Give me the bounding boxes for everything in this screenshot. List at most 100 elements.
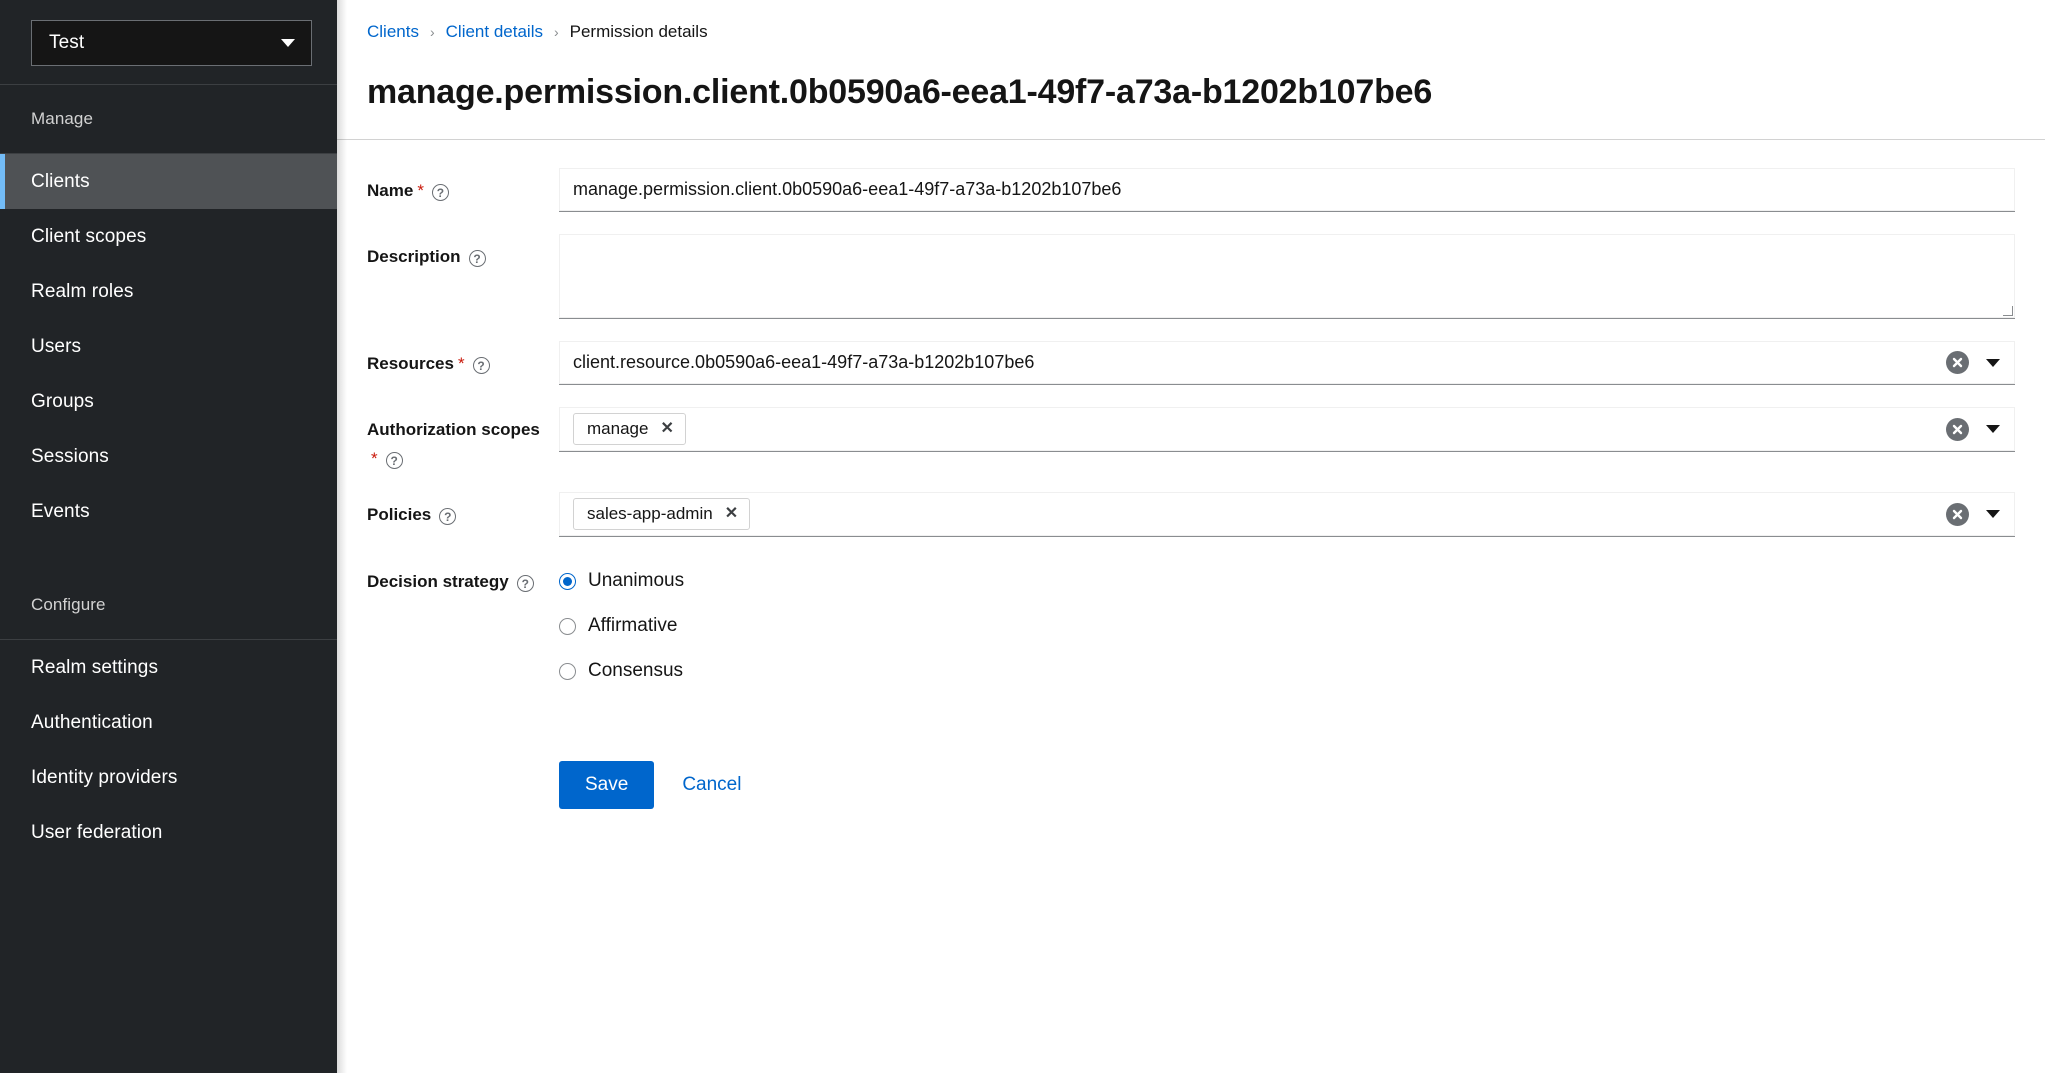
radio-label: Unanimous <box>588 569 684 593</box>
breadcrumb-separator-icon: › <box>430 24 435 40</box>
sidebar-item-events[interactable]: Events <box>0 484 337 539</box>
label-policies: Policies? <box>367 492 559 526</box>
breadcrumb-item-clients[interactable]: Clients <box>367 22 419 42</box>
sidebar-item-sessions[interactable]: Sessions <box>0 429 337 484</box>
sidebar-section-manage-title: Manage <box>0 85 337 153</box>
chevron-down-icon[interactable] <box>1986 510 2000 518</box>
decision-strategy-radio-group: Unanimous Affirmative Consensus <box>559 559 2015 683</box>
radio-indicator-icon[interactable] <box>559 663 576 680</box>
help-circle-icon[interactable]: ? <box>517 575 534 592</box>
clear-circle-x-icon[interactable] <box>1946 418 1969 441</box>
label-resources: Resources*? <box>367 341 559 375</box>
policies-chips: sales-app-admin ✕ <box>573 492 1936 536</box>
sidebar-item-label: Events <box>31 501 90 522</box>
help-circle-icon[interactable]: ? <box>432 184 449 201</box>
chip-label: sales-app-admin <box>587 504 713 524</box>
realm-selector[interactable]: Test <box>31 20 312 66</box>
authorization-scopes-chips: manage ✕ <box>573 407 1936 451</box>
close-x-icon[interactable]: ✕ <box>660 421 673 437</box>
page-title: manage.permission.client.0b0590a6-eea1-4… <box>367 71 2015 139</box>
chip-label: manage <box>587 419 648 439</box>
description-textarea[interactable] <box>559 234 2015 319</box>
sidebar-item-label: Clients <box>31 171 90 192</box>
name-input[interactable] <box>559 168 2015 212</box>
label-authorization-scopes-line2: *? <box>367 448 559 470</box>
chip-item[interactable]: manage ✕ <box>573 413 686 445</box>
sidebar-item-label: Users <box>31 336 81 357</box>
label-name: Name*? <box>367 168 559 202</box>
field-row-policies: Policies? sales-app-admin ✕ <box>367 492 2015 537</box>
policies-select[interactable]: sales-app-admin ✕ <box>559 492 2015 537</box>
sidebar-item-identity-providers[interactable]: Identity providers <box>0 750 337 805</box>
help-circle-icon[interactable]: ? <box>386 452 403 469</box>
sidebar-item-label: Sessions <box>31 446 109 467</box>
sidebar: Test Manage Clients Client scopes Realm … <box>0 0 337 1073</box>
resources-select-value: client.resource.0b0590a6-eea1-49f7-a73a-… <box>573 346 1936 379</box>
authorization-scopes-select[interactable]: manage ✕ <box>559 407 2015 452</box>
close-x-icon[interactable]: ✕ <box>725 506 738 522</box>
realm-selector-container: Test <box>0 0 337 84</box>
sidebar-item-label: Realm roles <box>31 281 133 302</box>
radio-option-unanimous[interactable]: Unanimous <box>559 569 2015 593</box>
page-header: Clients › Client details › Permission de… <box>337 0 2045 139</box>
sidebar-item-client-scopes[interactable]: Client scopes <box>0 209 337 264</box>
sidebar-item-users[interactable]: Users <box>0 319 337 374</box>
app-root: Test Manage Clients Client scopes Realm … <box>0 0 2045 1073</box>
label-decision-strategy: Decision strategy? <box>367 559 559 593</box>
label-description-text: Description <box>367 247 461 266</box>
label-description: Description? <box>367 234 559 268</box>
radio-indicator-icon[interactable] <box>559 618 576 635</box>
label-decision-strategy-text: Decision strategy <box>367 572 509 591</box>
form-actions: Save Cancel <box>367 761 2015 809</box>
chevron-down-icon[interactable] <box>1986 425 2000 433</box>
radio-label: Consensus <box>588 659 683 683</box>
radio-label: Affirmative <box>588 614 677 638</box>
sidebar-section-configure-title: Configure <box>0 571 337 639</box>
label-policies-text: Policies <box>367 505 431 524</box>
control-name <box>559 168 2015 212</box>
sidebar-item-user-federation[interactable]: User federation <box>0 805 337 860</box>
sidebar-item-clients[interactable]: Clients <box>0 154 337 209</box>
field-row-authorization-scopes: Authorization scopes *? manage ✕ <box>367 407 2015 470</box>
radio-option-affirmative[interactable]: Affirmative <box>559 614 2015 638</box>
field-row-description: Description? <box>367 234 2015 319</box>
chevron-down-icon <box>281 39 295 47</box>
breadcrumb-item-permission-details: Permission details <box>570 22 708 42</box>
help-circle-icon[interactable]: ? <box>439 508 456 525</box>
radio-option-consensus[interactable]: Consensus <box>559 659 2015 683</box>
sidebar-item-label: Client scopes <box>31 226 146 247</box>
sidebar-item-label: Groups <box>31 391 94 412</box>
sidebar-item-groups[interactable]: Groups <box>0 374 337 429</box>
chevron-down-icon[interactable] <box>1986 359 2000 367</box>
chip-item[interactable]: sales-app-admin ✕ <box>573 498 750 530</box>
label-name-text: Name <box>367 181 413 200</box>
resources-select[interactable]: client.resource.0b0590a6-eea1-49f7-a73a-… <box>559 341 2015 385</box>
authorization-scopes-select-actions <box>1936 418 2007 441</box>
field-row-name: Name*? <box>367 168 2015 212</box>
label-resources-text: Resources <box>367 354 454 373</box>
clear-circle-x-icon[interactable] <box>1946 503 1969 526</box>
radio-indicator-icon[interactable] <box>559 573 576 590</box>
sidebar-item-authentication[interactable]: Authentication <box>0 695 337 750</box>
control-resources: client.resource.0b0590a6-eea1-49f7-a73a-… <box>559 341 2015 385</box>
control-decision-strategy: Unanimous Affirmative Consensus <box>559 559 2015 683</box>
required-asterisk: * <box>458 354 465 373</box>
sidebar-item-label: Realm settings <box>31 657 158 678</box>
sidebar-spacer <box>0 539 337 571</box>
sidebar-nav-manage: Clients Client scopes Realm roles Users … <box>0 154 337 539</box>
sidebar-item-realm-roles[interactable]: Realm roles <box>0 264 337 319</box>
save-button[interactable]: Save <box>559 761 654 809</box>
sidebar-item-label: Authentication <box>31 712 153 733</box>
sidebar-item-realm-settings[interactable]: Realm settings <box>0 640 337 695</box>
breadcrumb-item-client-details[interactable]: Client details <box>446 22 543 42</box>
breadcrumb: Clients › Client details › Permission de… <box>367 22 2015 42</box>
required-asterisk: * <box>417 181 424 200</box>
field-row-decision-strategy: Decision strategy? Unanimous Affirmative <box>367 559 2015 683</box>
label-authorization-scopes-text: Authorization scopes <box>367 420 540 439</box>
clear-circle-x-icon[interactable] <box>1946 351 1969 374</box>
cancel-button[interactable]: Cancel <box>674 761 749 809</box>
help-circle-icon[interactable]: ? <box>473 357 490 374</box>
permission-details-form: Name*? Description? Resources*? <box>337 140 2045 809</box>
help-circle-icon[interactable]: ? <box>469 250 486 267</box>
sidebar-item-label: Identity providers <box>31 767 177 788</box>
